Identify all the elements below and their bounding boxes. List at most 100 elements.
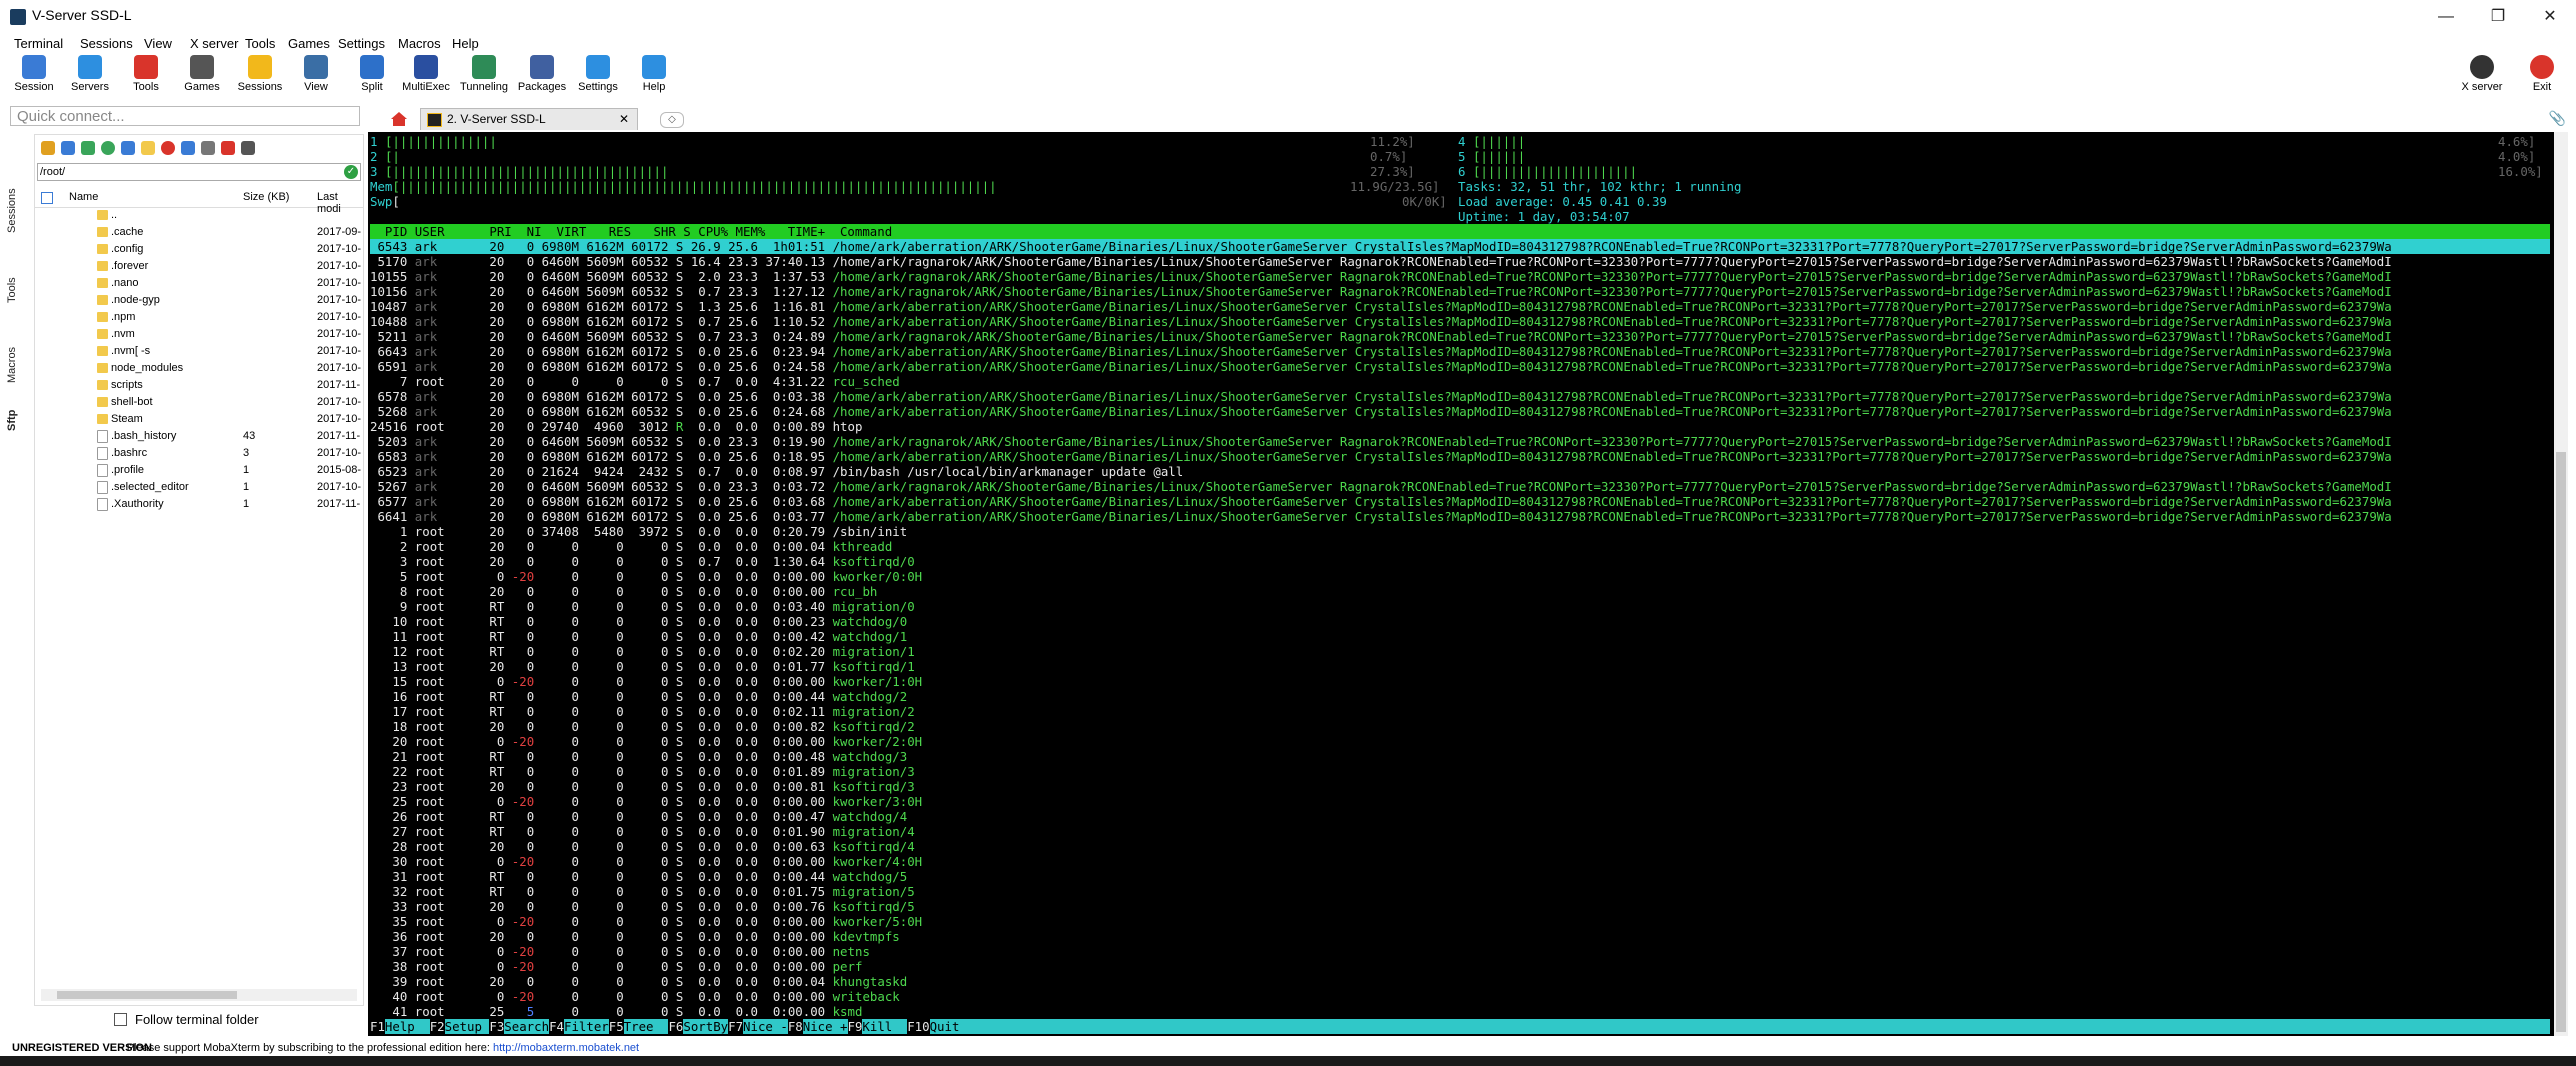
file-row[interactable]: .cache 2017-09- bbox=[35, 224, 363, 241]
home-tab-icon[interactable] bbox=[388, 110, 410, 128]
open-icon[interactable] bbox=[221, 141, 235, 155]
file-row[interactable]: .npm 2017-10- bbox=[35, 309, 363, 326]
side-tab-sessions[interactable]: Sessions bbox=[6, 180, 28, 242]
download-icon[interactable] bbox=[61, 141, 75, 155]
process-row[interactable]: 6543 ark 20 0 6980M 6162M 60172 S 26.9 2… bbox=[370, 239, 2550, 254]
menu-settings[interactable]: Settings bbox=[338, 36, 385, 51]
process-row[interactable]: 6643 ark 20 0 6980M 6162M 60172 S 0.0 25… bbox=[370, 344, 2391, 359]
tab-v-server-ssd-l[interactable]: 2. V-Server SSD-L ✕ bbox=[420, 108, 638, 130]
process-row[interactable]: 1 root 20 0 37408 5480 3972 S 0.0 0.0 0:… bbox=[370, 524, 907, 539]
process-row[interactable]: 15 root 0 -20 0 0 0 S 0.0 0.0 0:00.00 kw… bbox=[370, 674, 922, 689]
process-row[interactable]: 26 root RT 0 0 0 0 S 0.0 0.0 0:00.47 wat… bbox=[370, 809, 907, 824]
column-size[interactable]: Size (KB) bbox=[243, 191, 289, 203]
new-folder-icon[interactable] bbox=[141, 141, 155, 155]
file-list-scrollbar[interactable] bbox=[41, 989, 357, 1001]
file-row[interactable]: Steam 2017-10- bbox=[35, 411, 363, 428]
process-row[interactable]: 37 root 0 -20 0 0 0 S 0.0 0.0 0:00.00 ne… bbox=[370, 944, 870, 959]
toolbar-session-button[interactable]: Session bbox=[6, 54, 62, 100]
mobaxterm-link[interactable]: http://mobaxterm.mobatek.net bbox=[493, 1042, 639, 1054]
process-row[interactable]: 6641 ark 20 0 6980M 6162M 60172 S 0.0 25… bbox=[370, 509, 2391, 524]
file-row[interactable]: .profile 1 2015-08- bbox=[35, 462, 363, 479]
toolbar-view-button[interactable]: View bbox=[288, 54, 344, 100]
toolbar-sessions-button[interactable]: Sessions bbox=[232, 54, 288, 100]
process-row[interactable]: 5267 ark 20 0 6460M 5609M 60532 S 0.0 23… bbox=[370, 479, 2391, 494]
process-row[interactable]: 8 root 20 0 0 0 0 S 0.0 0.0 0:00.00 rcu_… bbox=[370, 584, 878, 599]
menu-help[interactable]: Help bbox=[452, 36, 479, 51]
process-row[interactable]: 23 root 20 0 0 0 0 S 0.0 0.0 0:00.81 kso… bbox=[370, 779, 914, 794]
process-row[interactable]: 41 root 25 5 0 0 0 S 0.0 0.0 0:00.00 ksm… bbox=[370, 1004, 862, 1019]
process-row[interactable]: 18 root 20 0 0 0 0 S 0.0 0.0 0:00.82 kso… bbox=[370, 719, 914, 734]
process-row[interactable]: 9 root RT 0 0 0 0 S 0.0 0.0 0:03.40 migr… bbox=[370, 599, 915, 614]
file-row[interactable]: .bash_history 43 2017-11- bbox=[35, 428, 363, 445]
process-row[interactable]: 33 root 20 0 0 0 0 S 0.0 0.0 0:00.76 kso… bbox=[370, 899, 914, 914]
maximize-button[interactable]: ❐ bbox=[2478, 4, 2518, 30]
process-row[interactable]: 3 root 20 0 0 0 0 S 0.7 0.0 1:30.64 ksof… bbox=[370, 554, 915, 569]
toolbar-help-button[interactable]: Help bbox=[626, 54, 682, 100]
process-row[interactable]: 6577 ark 20 0 6980M 6162M 60172 S 0.0 25… bbox=[370, 494, 2391, 509]
rename-icon[interactable] bbox=[181, 141, 195, 155]
process-row[interactable]: 22 root RT 0 0 0 0 S 0.0 0.0 0:01.89 mig… bbox=[370, 764, 914, 779]
process-row[interactable]: 21 root RT 0 0 0 0 S 0.0 0.0 0:00.48 wat… bbox=[370, 749, 907, 764]
close-tab-icon[interactable]: ✕ bbox=[619, 109, 629, 129]
menu-tools[interactable]: Tools bbox=[245, 36, 275, 51]
process-row[interactable]: 12 root RT 0 0 0 0 S 0.0 0.0 0:02.20 mig… bbox=[370, 644, 914, 659]
menu-terminal[interactable]: Terminal bbox=[14, 36, 63, 51]
process-row[interactable]: 11 root RT 0 0 0 0 S 0.0 0.0 0:00.42 wat… bbox=[370, 629, 907, 644]
file-row[interactable]: .bashrc 3 2017-10- bbox=[35, 445, 363, 462]
toolbar-multiexec-button[interactable]: MultiExec bbox=[398, 54, 454, 100]
refresh-icon[interactable] bbox=[101, 141, 115, 155]
side-tab-tools[interactable]: Tools bbox=[6, 270, 28, 310]
process-row[interactable]: 16 root RT 0 0 0 0 S 0.0 0.0 0:00.44 wat… bbox=[370, 689, 907, 704]
process-row[interactable]: 24516 root 20 0 29740 4960 3012 R 0.0 0.… bbox=[370, 419, 862, 434]
select-all-checkbox[interactable] bbox=[41, 192, 53, 204]
file-row[interactable]: .config 2017-10- bbox=[35, 241, 363, 258]
menu-macros[interactable]: Macros bbox=[398, 36, 441, 51]
close-window-button[interactable]: ✕ bbox=[2530, 4, 2570, 30]
toolbar-tools-button[interactable]: Tools bbox=[118, 54, 174, 100]
toolbar-servers-button[interactable]: Servers bbox=[62, 54, 118, 100]
file-row[interactable]: .nano 2017-10- bbox=[35, 275, 363, 292]
process-row[interactable]: 10156 ark 20 0 6460M 5609M 60532 S 0.7 2… bbox=[370, 284, 2392, 299]
new-tab-button[interactable]: ◇ bbox=[660, 112, 684, 128]
process-row[interactable]: 40 root 0 -20 0 0 0 S 0.0 0.0 0:00.00 wr… bbox=[370, 989, 899, 1004]
process-row[interactable]: 27 root RT 0 0 0 0 S 0.0 0.0 0:01.90 mig… bbox=[370, 824, 914, 839]
terminal-scrollbar[interactable] bbox=[2554, 132, 2568, 1036]
toolbar-exit-button[interactable]: Exit bbox=[2514, 54, 2570, 100]
process-row[interactable]: 39 root 20 0 0 0 0 S 0.0 0.0 0:00.04 khu… bbox=[370, 974, 907, 989]
process-row[interactable]: 5268 ark 20 0 6980M 6162M 60532 S 0.0 25… bbox=[370, 404, 2391, 419]
permissions-icon[interactable] bbox=[201, 141, 215, 155]
process-row[interactable]: 20 root 0 -20 0 0 0 S 0.0 0.0 0:00.00 kw… bbox=[370, 734, 922, 749]
process-row[interactable]: 5211 ark 20 0 6460M 5609M 60532 S 0.7 23… bbox=[370, 329, 2391, 344]
menu-sessions[interactable]: Sessions bbox=[80, 36, 133, 51]
process-row[interactable]: 7 root 20 0 0 0 0 S 0.7 0.0 4:31.22 rcu_… bbox=[370, 374, 900, 389]
process-row[interactable]: 5 root 0 -20 0 0 0 S 0.0 0.0 0:00.00 kwo… bbox=[370, 569, 922, 584]
process-row[interactable]: 6591 ark 20 0 6980M 6162M 60172 S 0.0 25… bbox=[370, 359, 2391, 374]
process-row[interactable]: 10487 ark 20 0 6980M 6162M 60172 S 1.3 2… bbox=[370, 299, 2392, 314]
follow-terminal-folder[interactable]: Follow terminal folder bbox=[114, 1012, 259, 1027]
file-row[interactable]: .selected_editor 1 2017-10- bbox=[35, 479, 363, 496]
file-row[interactable]: .nvm[ -s 2017-10- bbox=[35, 343, 363, 360]
file-row[interactable]: shell-bot 2017-10- bbox=[35, 394, 363, 411]
sftp-path-input[interactable]: /root/ ✓ bbox=[37, 163, 361, 181]
process-row[interactable]: 6578 ark 20 0 6980M 6162M 60172 S 0.0 25… bbox=[370, 389, 2391, 404]
parent-folder-icon[interactable] bbox=[41, 141, 55, 155]
process-row[interactable]: 25 root 0 -20 0 0 0 S 0.0 0.0 0:00.00 kw… bbox=[370, 794, 922, 809]
process-row[interactable]: 17 root RT 0 0 0 0 S 0.0 0.0 0:02.11 mig… bbox=[370, 704, 914, 719]
process-row[interactable]: 32 root RT 0 0 0 0 S 0.0 0.0 0:01.75 mig… bbox=[370, 884, 914, 899]
file-row[interactable]: .nvm 2017-10- bbox=[35, 326, 363, 343]
file-row[interactable]: node_modules 2017-10- bbox=[35, 360, 363, 377]
file-row[interactable]: .Xauthority 1 2017-11- bbox=[35, 496, 363, 513]
quick-connect-input[interactable]: Quick connect... bbox=[10, 106, 360, 126]
upload-icon[interactable] bbox=[81, 141, 95, 155]
process-row[interactable]: 10 root RT 0 0 0 0 S 0.0 0.0 0:00.23 wat… bbox=[370, 614, 907, 629]
menu-games[interactable]: Games bbox=[288, 36, 330, 51]
terminal-folder-icon[interactable] bbox=[241, 141, 255, 155]
menu-x-server[interactable]: X server bbox=[190, 36, 238, 51]
new-file-icon[interactable] bbox=[121, 141, 135, 155]
process-row[interactable]: 6583 ark 20 0 6980M 6162M 60172 S 0.0 25… bbox=[370, 449, 2391, 464]
scrollbar-thumb[interactable] bbox=[57, 991, 237, 999]
toolbar-games-button[interactable]: Games bbox=[174, 54, 230, 100]
process-row[interactable]: 38 root 0 -20 0 0 0 S 0.0 0.0 0:00.00 pe… bbox=[370, 959, 862, 974]
terminal-view[interactable]: 1 [|||||||||||||| 11.2%] 2 [| 0.7%] 3 [|||||… bbox=[368, 132, 2554, 1036]
process-row[interactable]: 31 root RT 0 0 0 0 S 0.0 0.0 0:00.44 wat… bbox=[370, 869, 907, 884]
